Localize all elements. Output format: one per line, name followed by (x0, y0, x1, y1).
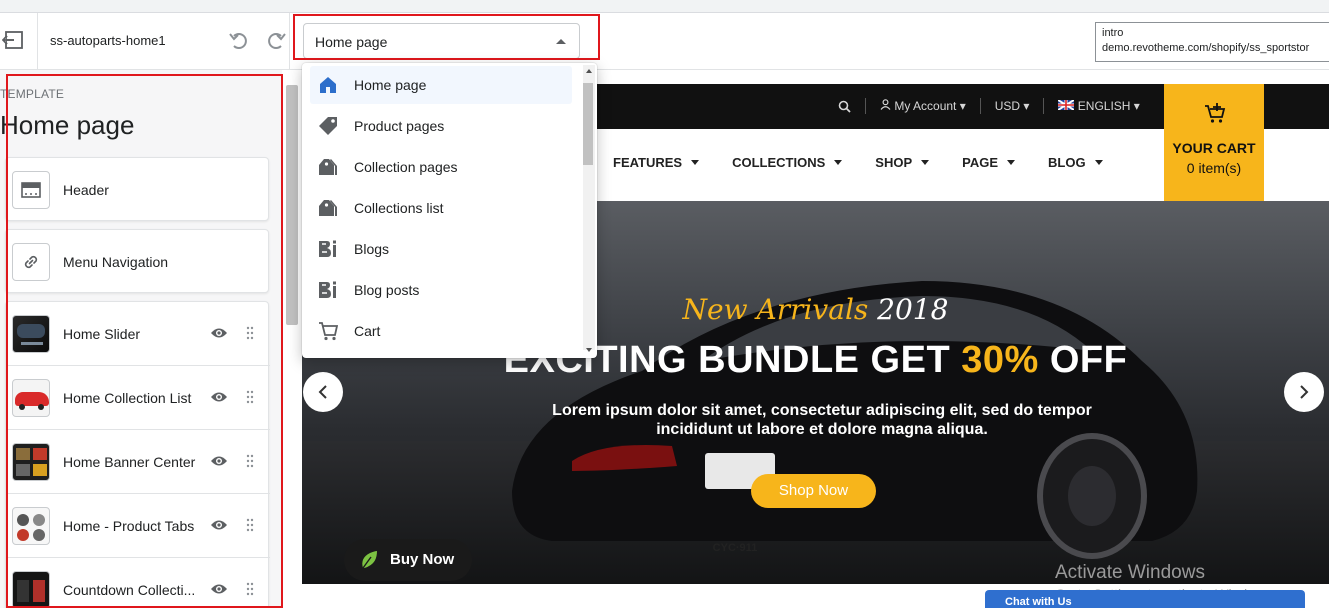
sidebar-scrollbar[interactable] (286, 85, 298, 325)
cart-icon (319, 322, 338, 341)
undo-button[interactable] (225, 27, 253, 55)
license-plate: CYC·911 (712, 542, 758, 554)
dropdown-item-label: Collections list (354, 200, 444, 216)
dropdown-item-blogs[interactable]: Blogs (310, 230, 572, 268)
uk-flag-icon (1057, 99, 1075, 111)
shop-now-button[interactable]: Shop Now (751, 474, 876, 508)
nav-blog[interactable]: BLOG (1048, 155, 1103, 170)
hero-eyebrow-text: New Arrivals (682, 293, 869, 326)
currency-select[interactable]: USD ▾ (995, 99, 1030, 113)
nav-features[interactable]: FEATURES (613, 155, 699, 170)
nav-collections[interactable]: COLLECTIONS (732, 155, 842, 170)
url-tooltip: intro demo.revotheme.com/shopify/ss_spor… (1095, 22, 1329, 62)
editor-topbar: ss-autoparts-home1 Home page intro demo.… (0, 13, 1329, 70)
topbar-separator (865, 98, 866, 114)
dropdown-item-blog-posts[interactable]: Blog posts (310, 271, 572, 309)
redo-icon (268, 33, 286, 49)
dropdown-scrollbar-thumb[interactable] (583, 83, 593, 165)
buy-now-button[interactable]: Buy Now (344, 539, 472, 581)
dropdown-item-home-page[interactable]: Home page (310, 66, 572, 104)
tags-icon (319, 159, 337, 175)
currency-label: USD (994, 99, 1021, 113)
chevron-left-icon (318, 385, 327, 399)
hero-description: Lorem ipsum dolor sit amet, consectetur … (552, 402, 1092, 438)
activate-windows-watermark: Activate Windows (1055, 562, 1205, 583)
exit-editor-button[interactable] (0, 27, 26, 53)
chevron-right-icon (1300, 385, 1309, 399)
url-tooltip-line2: demo.revotheme.com/shopify/ss_sportstor (1102, 42, 1310, 54)
undo-icon (229, 33, 247, 49)
dropdown-item-collections-list[interactable]: Collections list (310, 189, 572, 227)
highlight-box (6, 74, 283, 608)
nav-page[interactable]: PAGE (962, 155, 1015, 170)
cart-add-icon (1205, 103, 1226, 123)
chat-widget-tab[interactable]: Chat with Us (985, 590, 1305, 608)
dropdown-item-label: Cart (354, 323, 381, 339)
theme-name: ss-autoparts-home1 (50, 33, 166, 48)
tag-icon (319, 117, 337, 135)
nav-shop[interactable]: SHOP (875, 155, 929, 170)
url-tooltip-line1: intro (1102, 27, 1124, 39)
hero-title-b: OFF (1038, 339, 1128, 381)
redo-button[interactable] (262, 27, 290, 55)
my-account-link[interactable]: My Account ▾ (880, 99, 966, 113)
hero-title-pct: 30% (961, 339, 1039, 381)
my-account-label: My Account (894, 99, 957, 113)
dropdown-item-label: Product pages (354, 118, 445, 134)
dropdown-item-label: Blogs (354, 241, 390, 257)
buy-now-label: Buy Now (390, 551, 455, 568)
language-select[interactable]: ENGLISH ▾ (1057, 99, 1140, 113)
blog-icon (319, 281, 336, 298)
topbar-separator (1043, 98, 1045, 114)
topbar-divider (37, 13, 38, 70)
tags-icon (319, 200, 337, 216)
topbar-divider (289, 13, 290, 70)
scroll-up-icon[interactable] (586, 69, 592, 73)
blog-icon (319, 240, 336, 257)
user-icon (880, 99, 891, 110)
dropdown-item-label: Blog posts (354, 282, 420, 298)
dropdown-item-collection-pages[interactable]: Collection pages (310, 148, 572, 186)
home-icon (320, 77, 336, 93)
hero-eyebrow-year: 2018 (877, 293, 949, 326)
highlight-box (293, 14, 600, 60)
page-template-dropdown: Home page Product pages Collection pages… (302, 63, 597, 358)
slider-next-button[interactable] (1284, 372, 1324, 412)
scroll-down-icon[interactable] (586, 348, 592, 352)
topbar-separator (979, 98, 981, 114)
cart-title: YOUR CART (1172, 140, 1256, 156)
dropdown-item-product-pages[interactable]: Product pages (310, 107, 572, 145)
cart-widget[interactable]: YOUR CART 0 item(s) (1164, 84, 1264, 201)
browser-bookmarks-strip (0, 0, 1329, 13)
dropdown-item-label: Collection pages (354, 159, 458, 175)
cart-count: 0 item(s) (1186, 160, 1242, 176)
dropdown-item-cart[interactable]: Cart (310, 312, 572, 350)
exit-icon (2, 31, 23, 49)
leaf-icon (362, 551, 377, 569)
language-label: ENGLISH (1077, 99, 1131, 113)
dropdown-item-label: Home page (354, 77, 427, 93)
slider-prev-button[interactable] (303, 372, 343, 412)
search-icon[interactable] (838, 100, 851, 113)
